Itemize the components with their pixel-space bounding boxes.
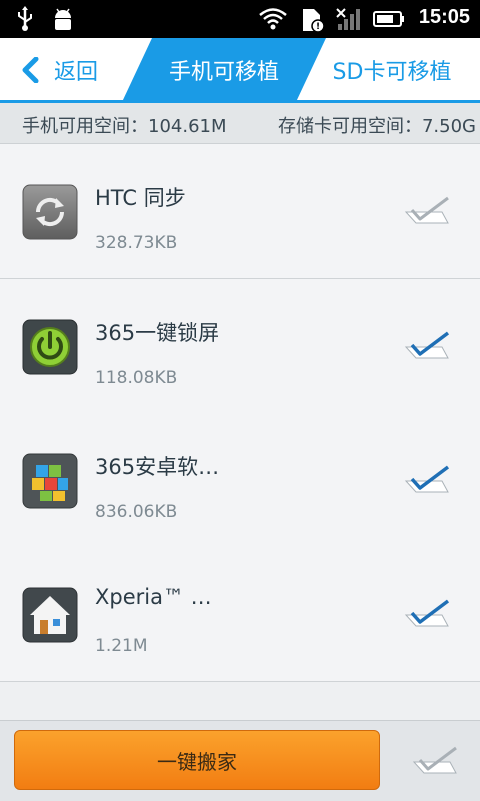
sd-card-icon: !: [303, 9, 325, 33]
select-all-checkmark-icon[interactable]: [412, 742, 460, 778]
back-button[interactable]: 返回: [20, 52, 98, 88]
android-icon: [55, 8, 71, 30]
app-name: Xperia™ …: [95, 585, 212, 609]
list-item[interactable]: 365安卓软… 836.06KB: [0, 413, 480, 548]
one-click-move-button[interactable]: 一键搬家: [14, 730, 380, 790]
app-size: 118.08KB: [95, 368, 178, 388]
app-name: 365一键锁屏: [95, 321, 220, 345]
back-arrow-icon: [22, 57, 39, 83]
checkmark-icon[interactable]: [404, 327, 452, 363]
checkmark-icon[interactable]: [404, 192, 452, 228]
app-size: 1.21M: [95, 636, 148, 656]
signal-icon: [336, 8, 360, 30]
app-name: HTC 同步: [95, 186, 186, 210]
checkmark-icon[interactable]: [404, 461, 452, 497]
list-item[interactable]: Xperia™ … 1.21M: [0, 547, 480, 682]
svg-text:!: !: [316, 22, 320, 32]
checkmark-icon[interactable]: [404, 595, 452, 631]
clock: 15:05: [418, 6, 470, 28]
battery-icon: [373, 11, 404, 27]
sync-icon: [22, 184, 78, 240]
list-item[interactable]: HTC 同步 328.73KB: [0, 144, 480, 279]
phone-free-space: 手机可用空间：104.61M: [22, 116, 227, 137]
power-icon: [22, 319, 78, 375]
tab-sd-movable[interactable]: SD卡可移植: [322, 38, 462, 102]
app-size: 328.73KB: [95, 233, 178, 253]
sd-free-space: 存储卡可用空间：7.50G: [277, 116, 476, 137]
app-name: 365安卓软…: [95, 455, 220, 479]
blocks-icon: [22, 453, 78, 509]
list-item[interactable]: 365一键锁屏 118.08KB: [0, 279, 480, 414]
wifi-icon: [259, 8, 287, 30]
tab-phone-movable[interactable]: 手机可移植: [122, 38, 326, 102]
status-bar: ! 15:05: [0, 0, 480, 38]
home-icon: [22, 587, 78, 643]
back-label: 返回: [54, 60, 99, 85]
usb-icon: [18, 6, 32, 31]
app-size: 836.06KB: [95, 502, 178, 522]
